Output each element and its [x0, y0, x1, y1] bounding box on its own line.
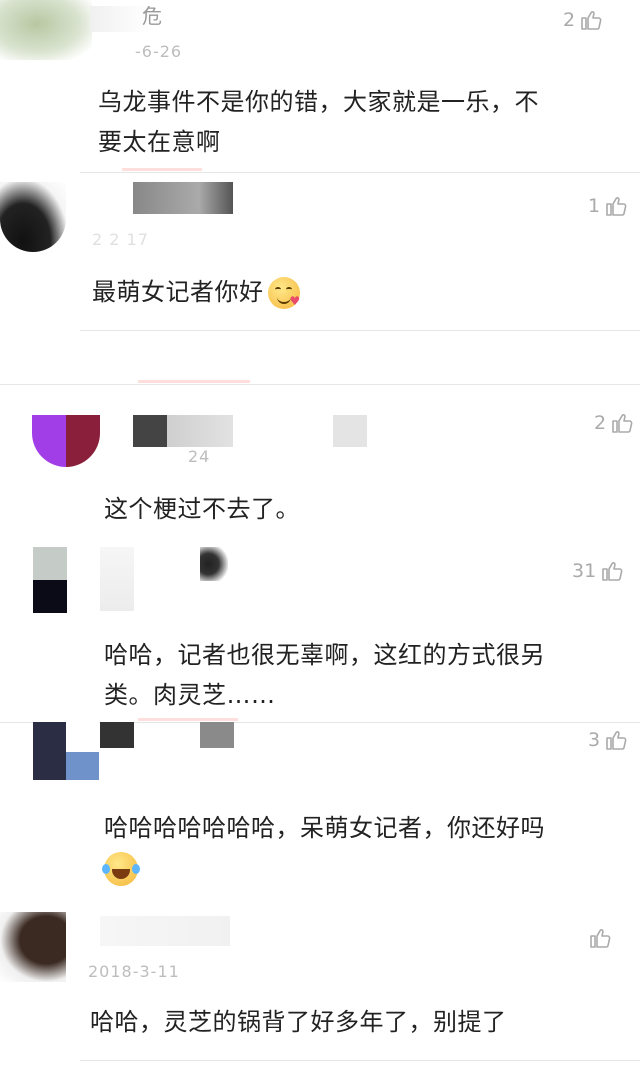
blurred-username — [100, 916, 230, 946]
comment-emoji-line — [102, 848, 545, 894]
like-button[interactable] — [584, 926, 612, 950]
comment-text-line: 要太在意啊 — [98, 128, 221, 156]
comment-date: 2 2 17 — [92, 230, 149, 249]
blurred-username — [133, 415, 233, 447]
thumbs-up-icon — [604, 194, 628, 218]
comment-text: 这个梗过不去了。 — [104, 489, 300, 529]
comment-text-line: 类。肉灵芝…… — [104, 681, 276, 709]
comment-item: 24 2 这个梗过不去了。 — [0, 385, 640, 535]
comment-item: 2018-3-11 哈哈，灵芝的锅背了好多年了，别提了 — [0, 902, 640, 1080]
avatar[interactable] — [0, 912, 66, 982]
blurred-username — [200, 547, 228, 581]
face-blowing-kiss-icon: ♥ — [267, 277, 300, 309]
comment-text: 哈哈哈哈哈哈哈，呆萌女记者，你还好吗 — [102, 808, 545, 894]
username-fragment: 危 — [142, 4, 163, 28]
thumbs-up-icon — [600, 559, 624, 583]
comment-item: 31 哈哈，记者也很无辜啊，这红的方式很另 类。肉灵芝…… — [0, 535, 640, 721]
blurred-username — [133, 182, 233, 214]
like-count: 1 — [588, 195, 601, 217]
comment-text-line: 哈哈，记者也很无辜啊，这红的方式很另 — [104, 641, 545, 669]
blurred-username — [100, 722, 134, 748]
comment-text: 乌龙事件不是你的错，大家就是一乐，不 要太在意啊 — [98, 82, 539, 162]
divider — [80, 1060, 640, 1061]
like-count: 31 — [572, 560, 597, 582]
comment-text: 哈哈，记者也很无辜啊，这红的方式很另 类。肉灵芝…… — [104, 635, 545, 715]
comment-date: 24 — [188, 447, 211, 466]
like-button[interactable]: 31 — [572, 559, 624, 583]
avatar-lower — [33, 752, 99, 780]
blurred-username — [333, 415, 367, 447]
avatar[interactable] — [0, 0, 92, 60]
avatar[interactable] — [32, 415, 100, 467]
comment-item: 2 2 17 1 最萌女记者你好 ♥ — [0, 172, 640, 384]
thumbs-up-icon — [588, 926, 612, 950]
blurred-username — [100, 547, 134, 611]
avatar[interactable] — [33, 547, 67, 613]
comment-date: -6-26 — [135, 42, 183, 61]
like-button[interactable]: 2 — [594, 411, 634, 435]
thumbs-up-icon — [604, 728, 628, 752]
comment-text-line: 乌龙事件不是你的错，大家就是一乐，不 — [98, 88, 539, 116]
comment-text-line: 哈哈哈哈哈哈哈，呆萌女记者，你还好吗 — [104, 814, 545, 842]
thumbs-up-icon — [610, 411, 634, 435]
comment-text: 最萌女记者你好 ♥ — [92, 272, 300, 312]
like-button[interactable]: 3 — [588, 728, 628, 752]
like-count: 2 — [563, 9, 576, 31]
divider — [80, 330, 640, 331]
divider-accent — [122, 168, 202, 171]
comment-text-body: 这个梗过不去了。 — [104, 495, 300, 523]
comment-item: 危 -6-26 2 乌龙事件不是你的错，大家就是一乐，不 要太在意啊 — [0, 0, 640, 172]
divider-accent — [138, 380, 250, 383]
like-button[interactable]: 1 — [588, 194, 628, 218]
like-count: 2 — [594, 412, 607, 434]
comment-item: 3 哈哈哈哈哈哈哈，呆萌女记者，你还好吗 — [0, 722, 640, 902]
comment-text-body: 哈哈，灵芝的锅背了好多年了，别提了 — [90, 1008, 507, 1036]
divider-accent — [138, 718, 238, 721]
comment-text: 哈哈，灵芝的锅背了好多年了，别提了 — [90, 1002, 507, 1042]
thumbs-up-icon — [579, 8, 603, 32]
comment-text-body: 最萌女记者你好 — [92, 278, 264, 306]
face-with-tears-of-joy-icon — [102, 852, 140, 886]
like-count: 3 — [588, 729, 601, 751]
comment-date: 2018-3-11 — [88, 962, 180, 981]
like-button[interactable]: 2 — [563, 8, 603, 32]
blurred-username — [200, 722, 234, 748]
avatar[interactable] — [0, 182, 66, 252]
blurred-username — [90, 6, 150, 32]
